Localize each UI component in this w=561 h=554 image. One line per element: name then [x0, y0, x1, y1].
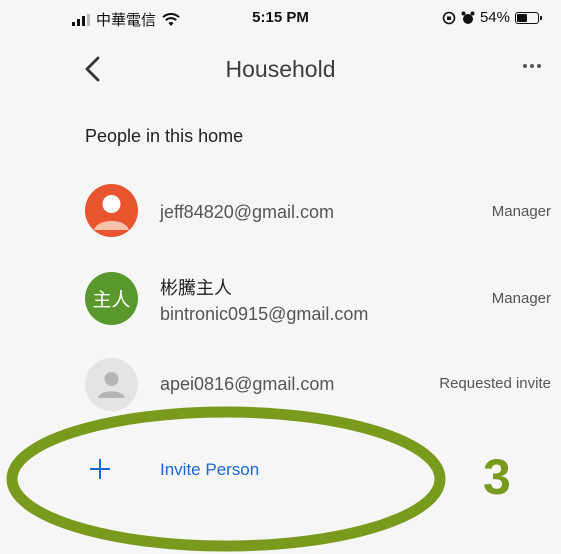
person-row[interactable]: apei0816@gmail.com Requested invite: [0, 350, 561, 420]
person-role: Requested invite: [439, 375, 551, 392]
annotation-number: 3: [483, 449, 511, 505]
person-email: jeff84820@gmail.com: [160, 202, 335, 222]
invite-person-label: Invite Person: [160, 460, 260, 479]
app-header: Household: [0, 44, 561, 94]
person-email: bintronic0915@gmail.com: [160, 304, 369, 324]
section-title: People in this home: [85, 126, 244, 146]
avatar: 主人: [85, 272, 138, 325]
person-row[interactable]: 主人 彬騰主人 bintronic0915@gmail.com Manager: [0, 264, 561, 334]
person-email: apei0816@gmail.com: [160, 374, 335, 394]
page-title: Household: [225, 56, 336, 82]
status-right: 54%: [442, 9, 542, 26]
battery-icon: [515, 11, 542, 24]
status-bar: 中華電信 5:15 PM 54%: [0, 0, 561, 36]
person-icon: [98, 372, 125, 398]
person-role: Manager: [491, 203, 551, 220]
plus-icon: [89, 458, 111, 480]
person-icon: [94, 195, 129, 230]
person-name: 彬騰主人: [160, 278, 232, 298]
avatar: [85, 184, 138, 237]
avatar-initials: 主人: [92, 289, 131, 311]
avatar: [85, 358, 138, 411]
more-options-icon[interactable]: [523, 64, 541, 68]
person-row[interactable]: jeff84820@gmail.com Manager: [0, 176, 561, 246]
invite-person-button[interactable]: Invite Person: [0, 446, 561, 496]
battery-percent: 54%: [479, 9, 510, 26]
orientation-lock-icon: [442, 11, 456, 24]
person-role: Manager: [491, 290, 551, 307]
alarm-icon: [461, 11, 475, 24]
